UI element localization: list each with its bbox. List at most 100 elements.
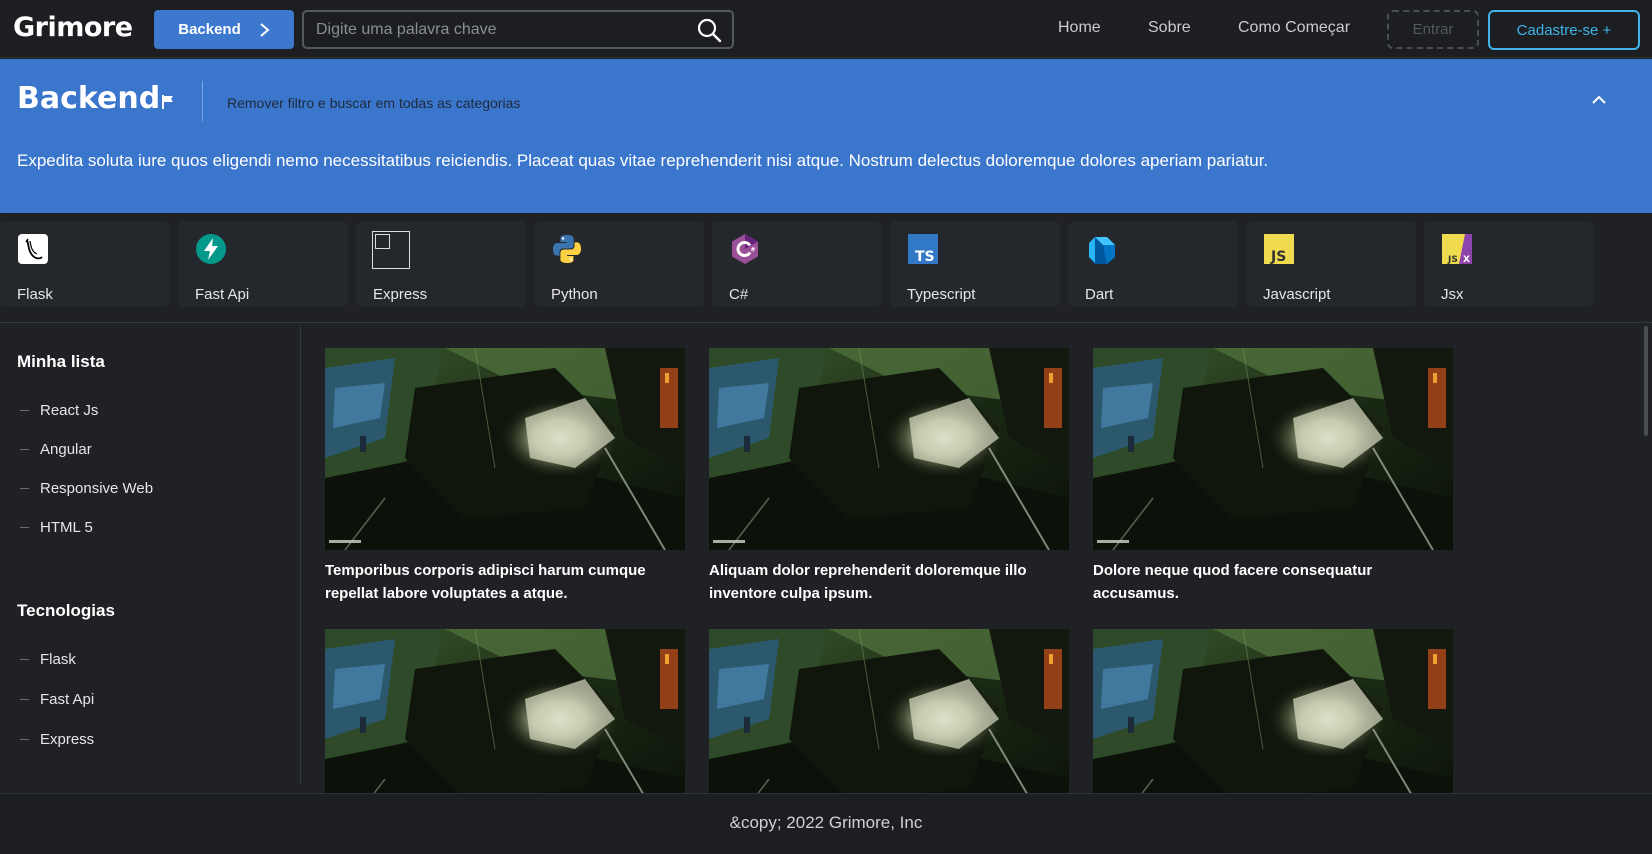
nav-home-link[interactable]: Home bbox=[1058, 19, 1101, 37]
post-thumbnail[interactable] bbox=[1093, 348, 1453, 550]
post-thumbnail[interactable] bbox=[709, 629, 1069, 793]
sidebar-item-flask[interactable]: Flask bbox=[20, 651, 76, 668]
sidebar-item-label: Express bbox=[40, 731, 95, 748]
flag-icon[interactable] bbox=[161, 94, 175, 110]
express-icon bbox=[372, 231, 410, 269]
dash-icon bbox=[20, 699, 29, 700]
login-button-label: Entrar bbox=[1412, 21, 1454, 38]
tech-card-label: Flask bbox=[17, 286, 53, 303]
tech-card-label: C# bbox=[729, 286, 749, 303]
tech-card-label: Express bbox=[373, 286, 428, 303]
dash-icon bbox=[20, 488, 29, 489]
footer: &copy; 2022 Grimore, Inc bbox=[0, 793, 1652, 854]
svg-text:#: # bbox=[751, 247, 756, 254]
python-icon bbox=[553, 235, 581, 263]
tech-card-label: Jsx bbox=[1441, 286, 1464, 303]
search-box bbox=[302, 10, 734, 49]
svg-text:JS: JS bbox=[1270, 249, 1286, 265]
dash-icon bbox=[20, 527, 29, 528]
signup-button-label: Cadastre-se + bbox=[1516, 21, 1612, 39]
tech-card-python[interactable]: Python bbox=[534, 221, 704, 307]
dash-icon bbox=[20, 739, 29, 740]
svg-text:TS: TS bbox=[915, 249, 935, 265]
chevron-right-icon bbox=[260, 22, 270, 37]
post-thumbnail-image bbox=[709, 348, 1069, 550]
post-thumbnail-image bbox=[709, 629, 1069, 793]
jsx-icon: JS X bbox=[1442, 234, 1472, 265]
post-thumbnail-image bbox=[1093, 629, 1453, 793]
nav-sobre-link[interactable]: Sobre bbox=[1148, 19, 1191, 37]
tech-card-label: Javascript bbox=[1263, 286, 1331, 303]
fastapi-icon bbox=[196, 234, 226, 264]
login-button[interactable]: Entrar bbox=[1387, 10, 1479, 49]
post-card[interactable]: Aliquam dolor reprehenderit doloremque i… bbox=[709, 348, 1069, 605]
post-title[interactable]: Dolore neque quod facere consequatur acc… bbox=[1093, 559, 1453, 605]
csharp-icon: # bbox=[732, 234, 758, 264]
post-thumbnail[interactable] bbox=[325, 348, 685, 550]
tech-card-flask[interactable]: Flask bbox=[0, 221, 170, 307]
scrollbar-thumb[interactable] bbox=[1644, 326, 1648, 436]
svg-text:JS: JS bbox=[1447, 255, 1458, 265]
posts-grid: Temporibus corporis adipisci harum cumqu… bbox=[302, 324, 1652, 793]
post-card[interactable]: Dolore neque quod facere consequatur acc… bbox=[1093, 348, 1453, 605]
sidebar-item-responsive-web[interactable]: Responsive Web bbox=[20, 480, 153, 497]
sidebar-item-angular[interactable]: Angular bbox=[20, 441, 92, 458]
sidebar-item-label: Angular bbox=[40, 441, 92, 458]
app-logo[interactable]: Grimore bbox=[13, 12, 133, 43]
tech-card-express[interactable]: Express bbox=[356, 221, 526, 307]
sidebar-item-label: HTML 5 bbox=[40, 519, 93, 536]
category-banner: Backend Remover filtro e buscar em todas… bbox=[0, 59, 1652, 213]
typescript-icon: TS bbox=[908, 234, 938, 265]
post-thumbnail-image bbox=[1093, 348, 1453, 550]
javascript-icon: JS bbox=[1264, 234, 1294, 265]
tech-card-label: Dart bbox=[1085, 286, 1114, 303]
tech-card-javascript[interactable]: JS Javascript bbox=[1246, 221, 1416, 307]
category-description: Expedita soluta iure quos eligendi nemo … bbox=[17, 151, 1269, 170]
tech-card-typescript[interactable]: TS Typescript bbox=[890, 221, 1060, 307]
post-card[interactable] bbox=[325, 629, 685, 793]
nav-como-comecar-link[interactable]: Como Começar bbox=[1238, 19, 1350, 37]
technology-cards-row: Flask Fast Api Express Python # C# TS Ty… bbox=[0, 213, 1652, 323]
dash-icon bbox=[20, 410, 29, 411]
tech-card-dart[interactable]: Dart bbox=[1068, 221, 1238, 307]
chevron-up-icon[interactable] bbox=[1591, 94, 1607, 106]
post-title[interactable]: Temporibus corporis adipisci harum cumqu… bbox=[325, 559, 685, 605]
my-list-title: Minha lista bbox=[17, 352, 105, 371]
category-button[interactable]: Backend bbox=[154, 10, 294, 49]
sidebar-item-label: React Js bbox=[40, 402, 99, 419]
post-thumbnail-image bbox=[325, 348, 685, 550]
banner-divider bbox=[202, 81, 203, 121]
category-title: Backend bbox=[17, 81, 161, 116]
copyright-text: &copy; 2022 Grimore, Inc bbox=[729, 813, 923, 832]
post-card[interactable] bbox=[1093, 629, 1453, 793]
post-card[interactable]: Temporibus corporis adipisci harum cumqu… bbox=[325, 348, 685, 605]
tech-card-jsx[interactable]: JS X Jsx bbox=[1424, 221, 1594, 307]
signup-button[interactable]: Cadastre-se + bbox=[1488, 10, 1640, 50]
svg-text:X: X bbox=[1463, 255, 1470, 265]
sidebar-item-label: Flask bbox=[40, 651, 76, 668]
post-thumbnail-image bbox=[325, 629, 685, 793]
sidebar-item-label: Responsive Web bbox=[40, 480, 154, 497]
post-thumbnail[interactable] bbox=[325, 629, 685, 793]
remove-filter-link[interactable]: Remover filtro e buscar em todas as cate… bbox=[227, 95, 520, 111]
sidebar-item-html5[interactable]: HTML 5 bbox=[20, 519, 93, 536]
tech-card-fastapi[interactable]: Fast Api bbox=[178, 221, 348, 307]
post-title[interactable]: Aliquam dolor reprehenderit doloremque i… bbox=[709, 559, 1069, 605]
sidebar-item-label: Fast Api bbox=[40, 691, 95, 708]
tech-card-csharp[interactable]: # C# bbox=[712, 221, 882, 307]
tech-card-label: Typescript bbox=[907, 286, 976, 303]
search-icon[interactable] bbox=[696, 17, 722, 43]
sidebar-item-express[interactable]: Express bbox=[20, 731, 94, 748]
sidebar-item-fast-api[interactable]: Fast Api bbox=[20, 691, 94, 708]
sidebar-item-react-js[interactable]: React Js bbox=[20, 402, 98, 419]
post-thumbnail[interactable] bbox=[1093, 629, 1453, 793]
dart-icon bbox=[1089, 237, 1115, 264]
tech-card-label: Fast Api bbox=[195, 286, 250, 303]
post-thumbnail[interactable] bbox=[709, 348, 1069, 550]
search-input[interactable] bbox=[316, 19, 676, 41]
post-card[interactable] bbox=[709, 629, 1069, 793]
tech-card-label: Python bbox=[551, 286, 598, 303]
technologies-title: Tecnologias bbox=[17, 601, 115, 620]
top-navbar: Grimore Backend Home Sobre Como Começar … bbox=[0, 0, 1652, 58]
category-button-label: Backend bbox=[178, 21, 241, 38]
